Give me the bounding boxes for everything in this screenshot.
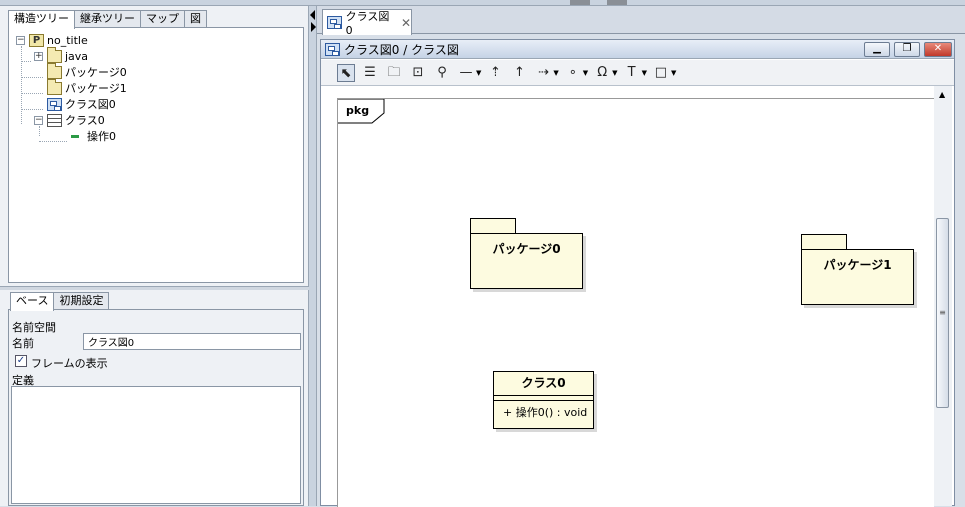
diagram-window: クラス図0 / クラス図 ▁ ❐ ✕ ⬉ ☰ 🗀 ⊡ ⚲ — ▼ ⇡ ↑ ⇢ ▼… <box>320 39 955 507</box>
class-0[interactable]: クラス0 + 操作0() : void <box>493 371 594 429</box>
package-name: パッケージ1 <box>801 249 914 305</box>
class-diagram-icon <box>327 16 342 29</box>
realization-tool-button[interactable]: ⇢ <box>534 64 552 82</box>
generalization-tool-button[interactable]: ⇡ <box>486 64 504 82</box>
dependency-tool-button[interactable]: ↑ <box>510 64 528 82</box>
namespace-label: 名前空間 <box>12 321 56 334</box>
comment-tool-button[interactable]: ∘ <box>564 64 582 82</box>
operation-icon <box>71 134 79 138</box>
scroll-thumb[interactable]: ≡ <box>936 218 949 408</box>
expand-right-icon[interactable] <box>311 22 316 32</box>
collapse-icon[interactable]: − <box>16 35 25 45</box>
frame-label: pkg <box>346 104 370 117</box>
tree-item-label: クラス図0 <box>65 98 116 111</box>
association-tool-button[interactable]: — <box>457 64 475 82</box>
tree-item-label: クラス0 <box>65 114 105 127</box>
select-tool-button[interactable]: ⬉ <box>337 63 355 82</box>
package-folder-icon <box>47 62 62 79</box>
text-tool-button[interactable]: T <box>623 64 641 82</box>
class-diagram-icon <box>325 42 340 56</box>
structure-tree: − P no_title + java パッケージ0 パッケージ1 クラス図0 … <box>8 27 304 283</box>
scroll-up-icon[interactable]: ▲ <box>939 90 945 99</box>
minimize-button[interactable]: ▁ <box>864 42 890 57</box>
close-tab-icon[interactable]: ✕ <box>401 16 411 30</box>
definition-textarea[interactable] <box>11 386 301 504</box>
package-folder-icon <box>47 46 62 63</box>
expand-icon[interactable]: + <box>34 51 43 61</box>
tree-item-label: 操作0 <box>87 130 116 143</box>
text-dropdown-icon[interactable]: ▼ <box>642 69 647 77</box>
rectangle-tool-button[interactable]: □ <box>652 64 670 82</box>
collapse-left-icon[interactable] <box>310 10 315 20</box>
tab-map[interactable]: マップ <box>140 10 185 28</box>
project-icon: P <box>29 33 44 47</box>
diagram-toolbar: ⬉ ☰ 🗀 ⊡ ⚲ — ▼ ⇡ ↑ ⇢ ▼ ∘ ▼ Ω ▼ T ▼ □ ▼ <box>321 60 954 86</box>
fill-color-tool-button[interactable]: Ω <box>593 64 611 82</box>
tab-diagram[interactable]: 図 <box>184 10 207 28</box>
panel-splitter[interactable] <box>0 286 309 290</box>
association-dropdown-icon[interactable]: ▼ <box>476 69 481 77</box>
frame-checkbox[interactable]: ✓ <box>15 355 27 367</box>
package-tab <box>470 218 516 234</box>
collapse-icon[interactable]: − <box>34 115 43 125</box>
property-tabbar: ベース 初期設定 <box>10 292 110 311</box>
subsystem-tool-button[interactable]: ⊡ <box>409 64 427 82</box>
package-name: パッケージ0 <box>470 233 583 289</box>
frame-checkbox-label: フレームの表示 <box>31 357 108 370</box>
panel-divider[interactable] <box>309 6 317 506</box>
name-label: 名前 <box>12 337 34 350</box>
document-tab-label: クラス図0 <box>345 10 390 37</box>
document-tabbar: クラス図0 ✕ <box>317 6 965 37</box>
property-panel: 名前空間 名前 ✓ フレームの表示 定義 <box>8 309 304 506</box>
package-folder-icon <box>47 78 62 95</box>
tree-item-package0[interactable]: パッケージ0 <box>47 62 127 80</box>
restore-button[interactable]: ❐ <box>894 42 920 57</box>
tree-item-class0[interactable]: − クラス0 <box>34 112 105 128</box>
class-name: クラス0 <box>494 372 593 396</box>
tab-base[interactable]: ベース <box>10 292 55 311</box>
comment-dropdown-icon[interactable]: ▼ <box>583 69 588 77</box>
tree-item-label: パッケージ1 <box>65 82 127 95</box>
realization-dropdown-icon[interactable]: ▼ <box>553 69 558 77</box>
vertical-scrollbar[interactable]: ▲ ≡ <box>934 86 952 506</box>
tree-item-label: パッケージ0 <box>65 66 127 79</box>
package-tool-button[interactable]: 🗀 <box>385 64 403 82</box>
class-diagram-icon <box>47 97 62 111</box>
tree-item-operation0[interactable]: 操作0 <box>69 128 116 144</box>
operation-item[interactable]: + 操作0() : void <box>494 401 593 425</box>
tab-initial-settings[interactable]: 初期設定 <box>53 292 110 310</box>
diagram-window-title: クラス図0 / クラス図 <box>344 42 459 57</box>
tab-structure-tree[interactable]: 構造ツリー <box>8 10 75 29</box>
pin-tool-button[interactable]: ⚲ <box>433 64 451 82</box>
rectangle-dropdown-icon[interactable]: ▼ <box>671 69 676 77</box>
name-input[interactable] <box>83 333 301 350</box>
tree-item-label: no_title <box>47 33 88 47</box>
tree-item-class-diagram0[interactable]: クラス図0 <box>47 96 116 112</box>
diagram-window-titlebar[interactable]: クラス図0 / クラス図 ▁ ❐ ✕ <box>321 40 954 59</box>
close-window-button[interactable]: ✕ <box>924 42 952 57</box>
structure-tabbar: 構造ツリー 継承ツリー マップ 図 <box>8 10 207 29</box>
tree-item-java[interactable]: + java <box>34 46 89 64</box>
fill-color-dropdown-icon[interactable]: ▼ <box>612 69 617 77</box>
tab-class-diagram0[interactable]: クラス図0 ✕ <box>322 9 412 37</box>
package-tab <box>801 234 847 250</box>
tree-item-label: java <box>65 49 89 63</box>
diagram-canvas[interactable]: pkg パッケージ0 パッケージ1 クラス0 + 操作0() : void <box>337 98 934 507</box>
class-icon <box>47 113 62 127</box>
class-tool-button[interactable]: ☰ <box>361 64 379 82</box>
tab-inheritance-tree[interactable]: 継承ツリー <box>74 10 141 28</box>
tree-item-package1[interactable]: パッケージ1 <box>47 78 127 96</box>
